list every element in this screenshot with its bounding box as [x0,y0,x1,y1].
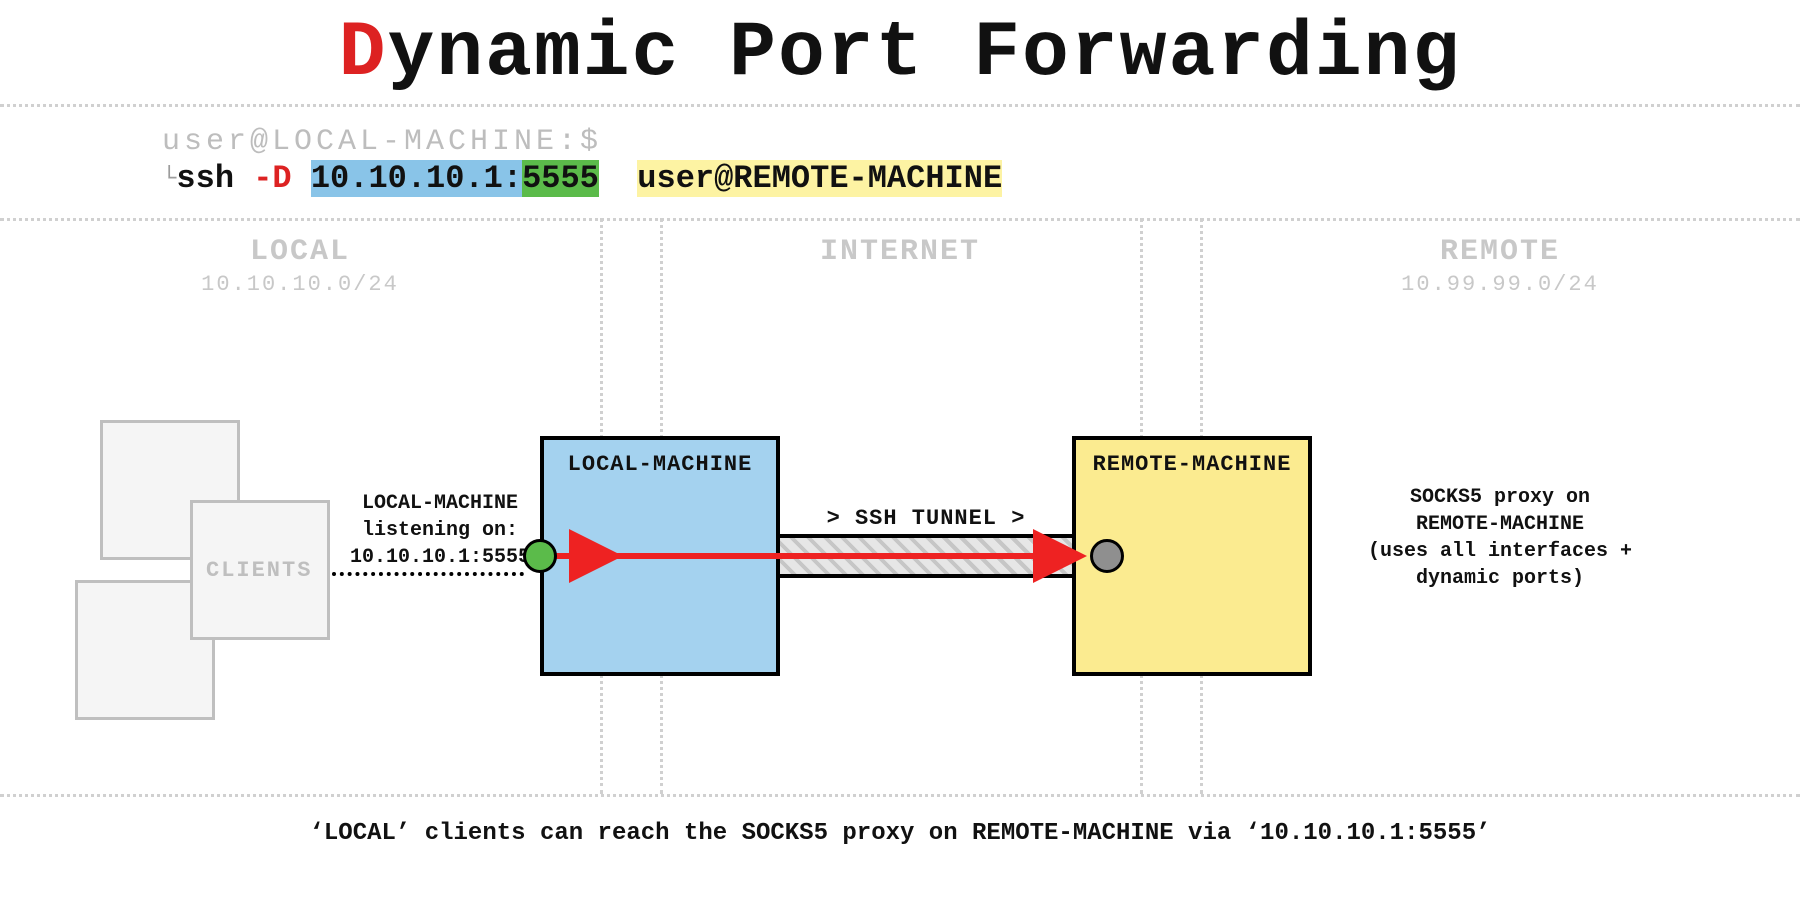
remote-port-icon [1090,539,1124,573]
flow-arrow [0,0,1800,900]
listen-port-icon [523,539,557,573]
footer-caption: ‘LOCAL’ clients can reach the SOCKS5 pro… [0,820,1800,847]
